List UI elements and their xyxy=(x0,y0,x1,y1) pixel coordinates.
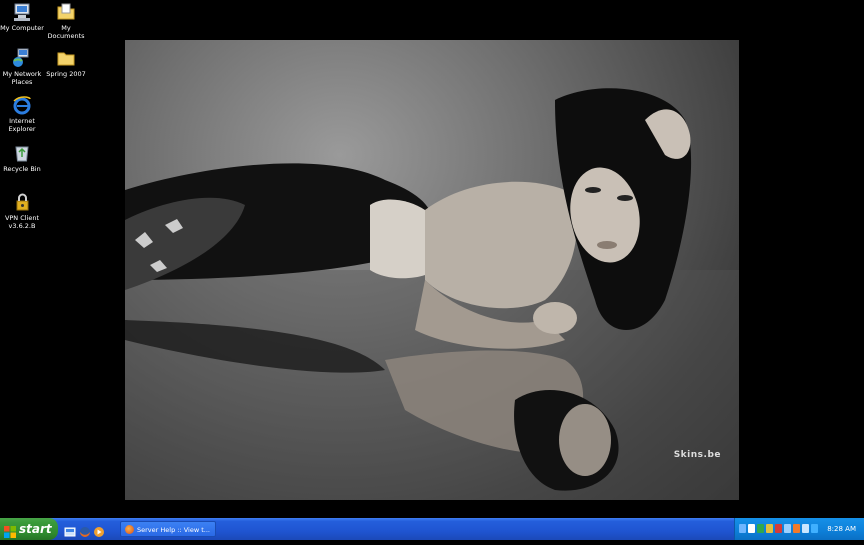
tray-messenger-icon[interactable] xyxy=(748,524,755,533)
tray-bluetooth-icon[interactable] xyxy=(811,524,818,533)
media-player-icon[interactable] xyxy=(93,523,105,537)
start-button[interactable]: start xyxy=(0,518,58,540)
my-documents-icon xyxy=(56,2,76,22)
desktop-icon-label: My Computer xyxy=(0,24,44,32)
wallpaper-watermark: Skins.be xyxy=(673,450,721,460)
tray-update-icon[interactable] xyxy=(793,524,800,533)
desktop-icon-label: Spring 2007 xyxy=(46,70,86,78)
tray-network-icon[interactable] xyxy=(739,524,746,533)
desktop-icon-label: Internet Explorer xyxy=(8,117,36,133)
desktop-icon-my-documents[interactable]: My Documents xyxy=(44,2,88,40)
windows-flag-icon xyxy=(4,523,16,538)
my-computer-icon xyxy=(12,2,32,22)
start-label: start xyxy=(19,522,52,536)
desktop-icon-label: Recycle Bin xyxy=(3,165,41,173)
desktop-icon-recycle-bin[interactable]: Recycle Bin xyxy=(0,143,44,173)
wallpaper-photo xyxy=(125,88,739,500)
tray-antivirus-icon[interactable] xyxy=(775,524,782,533)
wallpaper-image: Skins.be xyxy=(125,40,739,500)
network-places-icon xyxy=(12,48,32,68)
internet-explorer-icon xyxy=(12,95,32,115)
taskbar: start Server Help :: View t... 8:28 AM xyxy=(0,518,864,540)
desktop-icon-spring-2007[interactable]: Spring 2007 xyxy=(44,48,88,78)
desktop-icon-label: My Network Places xyxy=(2,70,42,86)
vpn-client-icon xyxy=(12,192,32,212)
desktop-icon-my-computer[interactable]: My Computer xyxy=(0,2,44,32)
tray-security-icon[interactable] xyxy=(757,524,764,533)
desktop-icon-label: VPN Client v3.6.2.B xyxy=(4,214,40,230)
show-desktop-icon[interactable] xyxy=(64,523,76,537)
desktop[interactable]: Skins.be My Computer My Documents My Net… xyxy=(0,0,864,518)
folder-icon xyxy=(56,48,76,68)
firefox-icon xyxy=(125,525,134,534)
tray-volume-icon[interactable] xyxy=(802,524,809,533)
desktop-icon-vpn-client[interactable]: VPN Client v3.6.2.B xyxy=(0,192,44,230)
tray-vpn-icon[interactable] xyxy=(766,524,773,533)
firefox-icon[interactable] xyxy=(79,523,91,537)
task-label: Server Help :: View t... xyxy=(137,526,210,534)
desktop-icon-label: My Documents xyxy=(47,24,85,40)
clock[interactable]: 8:28 AM xyxy=(827,518,856,540)
desktop-icon-internet-explorer[interactable]: Internet Explorer xyxy=(0,95,44,133)
tray-display-icon[interactable] xyxy=(784,524,791,533)
recycle-bin-icon xyxy=(12,143,32,163)
system-tray: 8:28 AM xyxy=(734,518,864,540)
desktop-icon-network-places[interactable]: My Network Places xyxy=(0,48,44,86)
taskbar-button-server-help[interactable]: Server Help :: View t... xyxy=(120,521,216,537)
